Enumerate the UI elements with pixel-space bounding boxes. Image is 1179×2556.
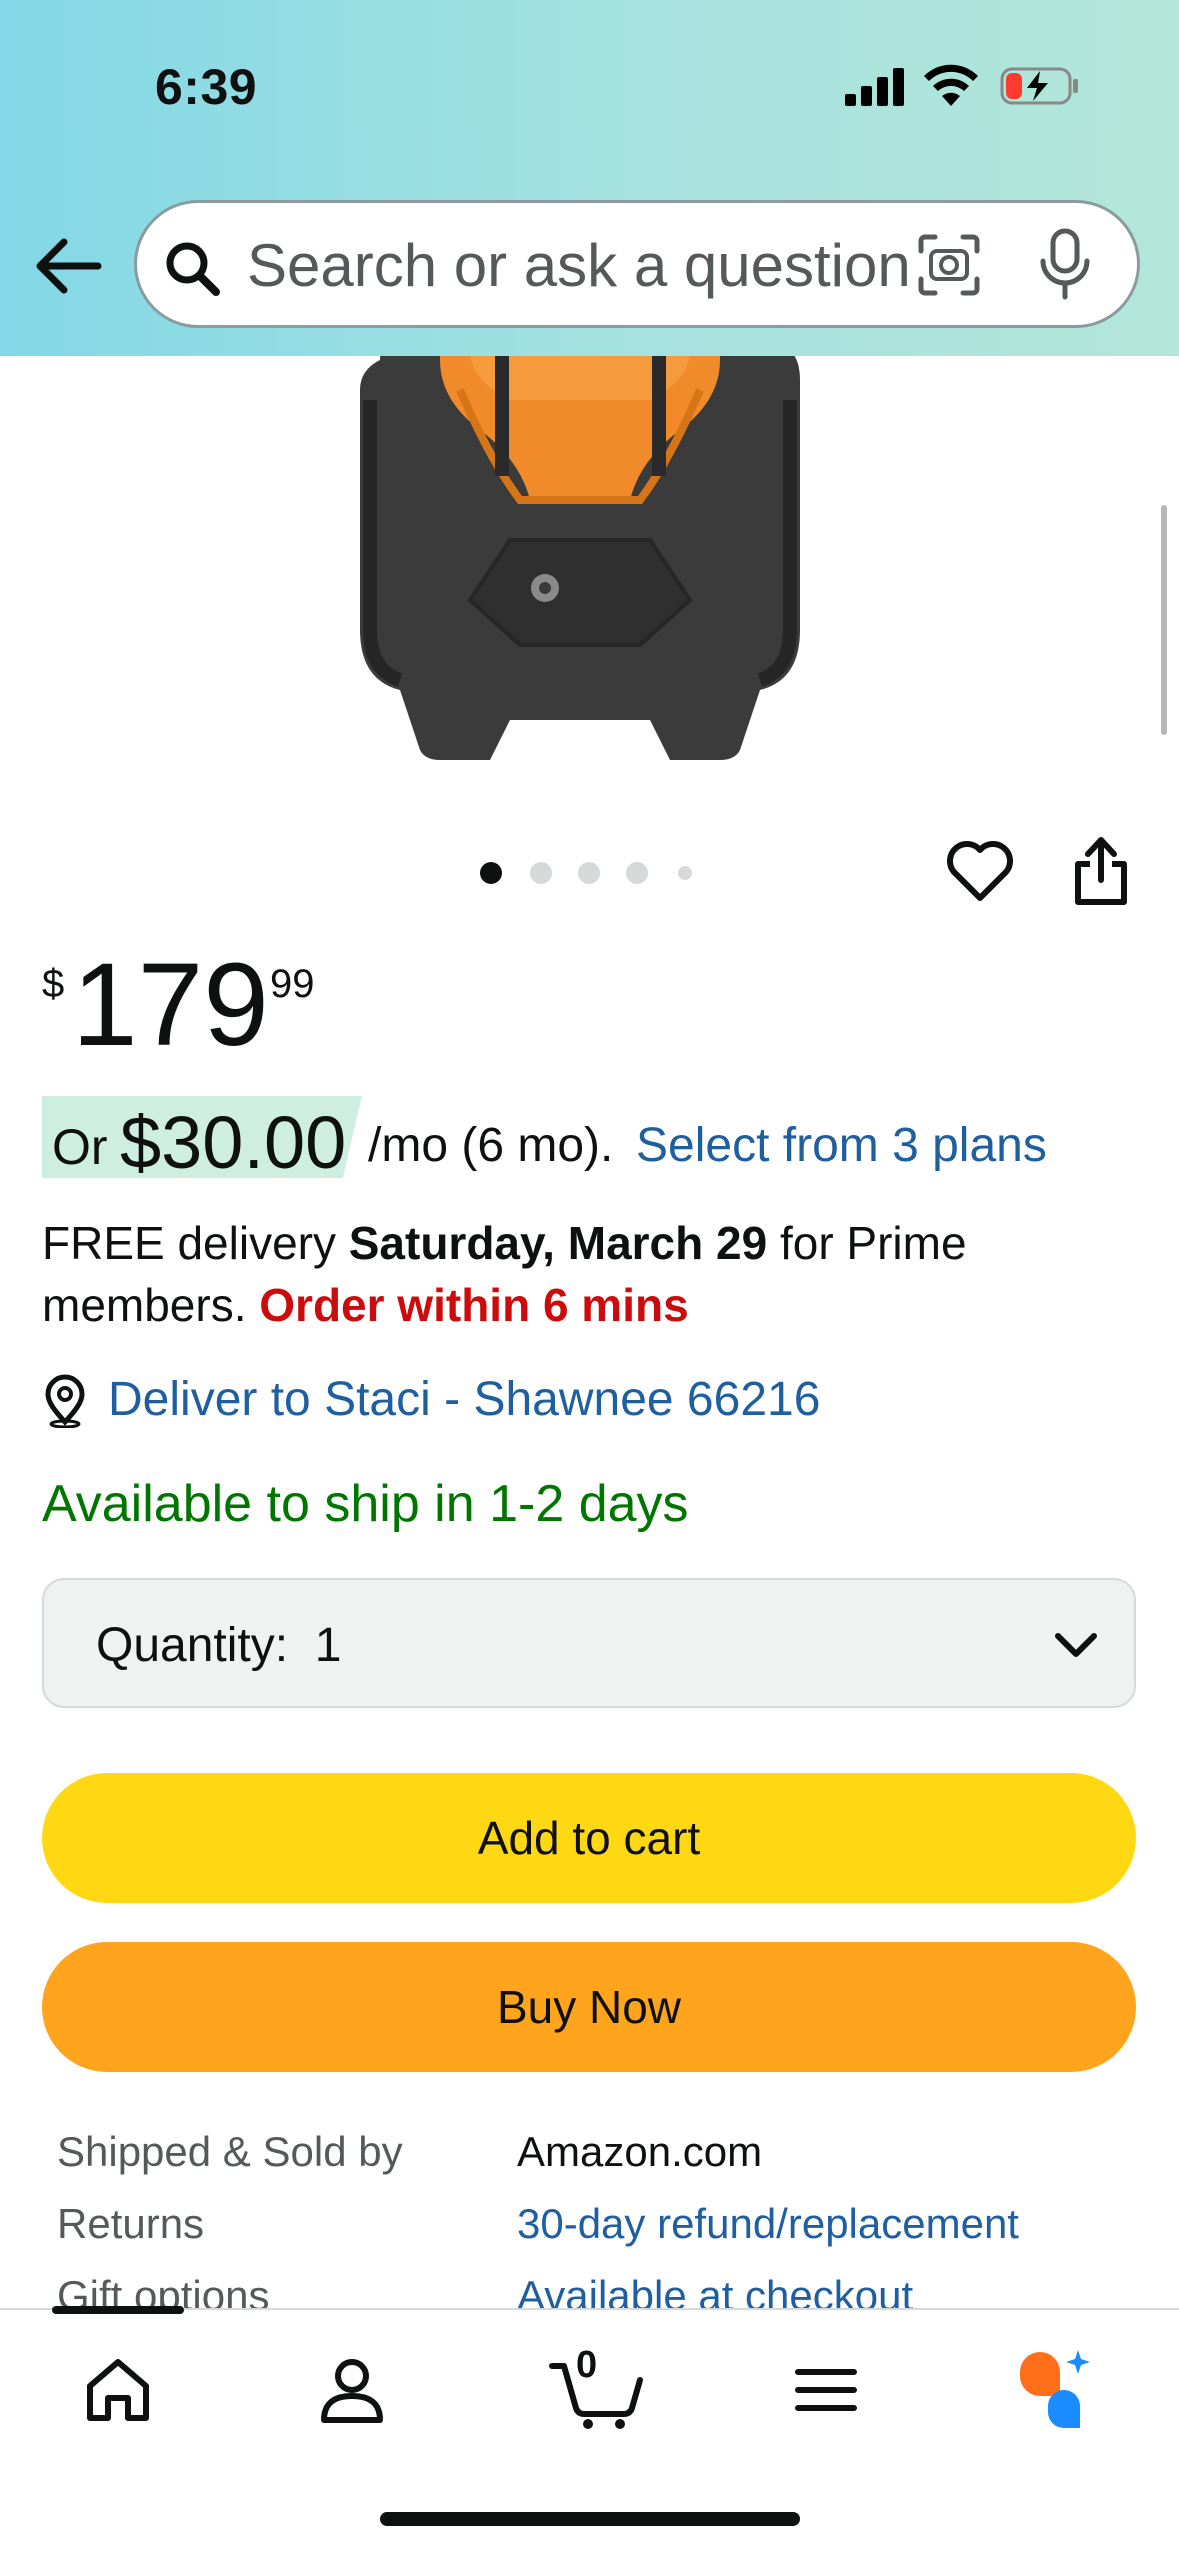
microphone-icon[interactable] (1035, 227, 1095, 301)
carousel-dot[interactable] (626, 862, 648, 884)
add-to-cart-button[interactable]: Add to cart (42, 1773, 1136, 1903)
deliver-to-location[interactable]: Deliver to Staci - Shawnee 66216 (42, 1372, 1042, 1432)
seller-info: Shipped & Sold by Amazon.com Returns 30-… (57, 2128, 1137, 2308)
info-label: Shipped & Sold by (57, 2128, 403, 2175)
deliver-to-text[interactable]: Deliver to Staci - Shawnee 66216 (108, 1372, 820, 1427)
rufus-ai-icon[interactable] (1014, 2350, 1094, 2430)
gift-options-link[interactable]: Available at checkout (517, 2272, 913, 2308)
buy-now-button[interactable]: Buy Now (42, 1942, 1136, 2072)
menu-icon[interactable] (786, 2350, 866, 2430)
quantity-value: 1 (314, 1619, 342, 1672)
order-deadline: Order within 6 mins (259, 1279, 689, 1331)
price-fraction: 99 (270, 962, 315, 1006)
price-whole: 179 (72, 939, 269, 1071)
heart-icon[interactable] (945, 838, 1015, 904)
account-icon[interactable] (312, 2350, 392, 2430)
cart-count: 0 (576, 2344, 598, 2386)
monthly-payment: Or $30.00 /mo (6 mo). Select from 3 plan… (42, 1096, 1162, 1184)
price-currency: $ (42, 962, 65, 1006)
back-arrow-icon[interactable] (28, 228, 106, 304)
info-row-gift: Gift options Available at checkout (57, 2272, 1137, 2308)
search-bar[interactable] (134, 200, 1140, 328)
monthly-or: Or (52, 1119, 108, 1175)
delivery-prefix: FREE delivery (42, 1217, 349, 1269)
info-value: Amazon.com (517, 2128, 763, 2175)
home-indicator (380, 2512, 800, 2526)
cart-button[interactable]: 0 (548, 2344, 644, 2430)
info-label: Returns (57, 2200, 205, 2247)
share-icon[interactable] (1070, 836, 1132, 906)
quantity-dropdown[interactable]: Quantity: 1 (42, 1578, 1136, 1708)
info-row-shipped: Shipped & Sold by Amazon.com (57, 2128, 1137, 2188)
delivery-info: FREE delivery Saturday, March 29 for Pri… (42, 1212, 1142, 1336)
scrollbar[interactable] (1161, 505, 1167, 735)
active-tab-indicator (52, 2306, 184, 2314)
select-plans-link[interactable]: Select from 3 plans (636, 1118, 1047, 1173)
product-image[interactable] (340, 300, 820, 760)
cellular-signal-icon (845, 68, 907, 106)
search-input[interactable] (247, 223, 947, 307)
carousel-dot-active[interactable] (480, 862, 502, 884)
wifi-icon (924, 64, 978, 106)
delivery-date: Saturday, March 29 (348, 1217, 768, 1269)
info-row-returns: Returns 30-day refund/replacement (57, 2200, 1137, 2260)
camera-lens-icon[interactable] (917, 233, 981, 297)
quantity-label: Quantity: 1 (96, 1619, 342, 1672)
carousel-dot[interactable] (678, 866, 692, 880)
home-icon[interactable] (78, 2350, 158, 2430)
search-icon (166, 242, 220, 296)
returns-link[interactable]: 30-day refund/replacement (517, 2200, 1019, 2248)
carousel-dot[interactable] (530, 862, 552, 884)
availability-status: Available to ship in 1-2 days (42, 1475, 689, 1533)
monthly-amount: $30.00 (120, 1101, 347, 1184)
location-pin-icon (45, 1374, 85, 1428)
chevron-down-icon (1055, 1633, 1097, 1657)
carousel-dot[interactable] (578, 862, 600, 884)
top-header: 6:39 (0, 0, 1179, 356)
status-time: 6:39 (155, 59, 258, 115)
info-label: Gift options (57, 2272, 270, 2308)
monthly-term: /mo (6 mo). (368, 1119, 614, 1172)
battery-charging-icon (1000, 67, 1078, 105)
